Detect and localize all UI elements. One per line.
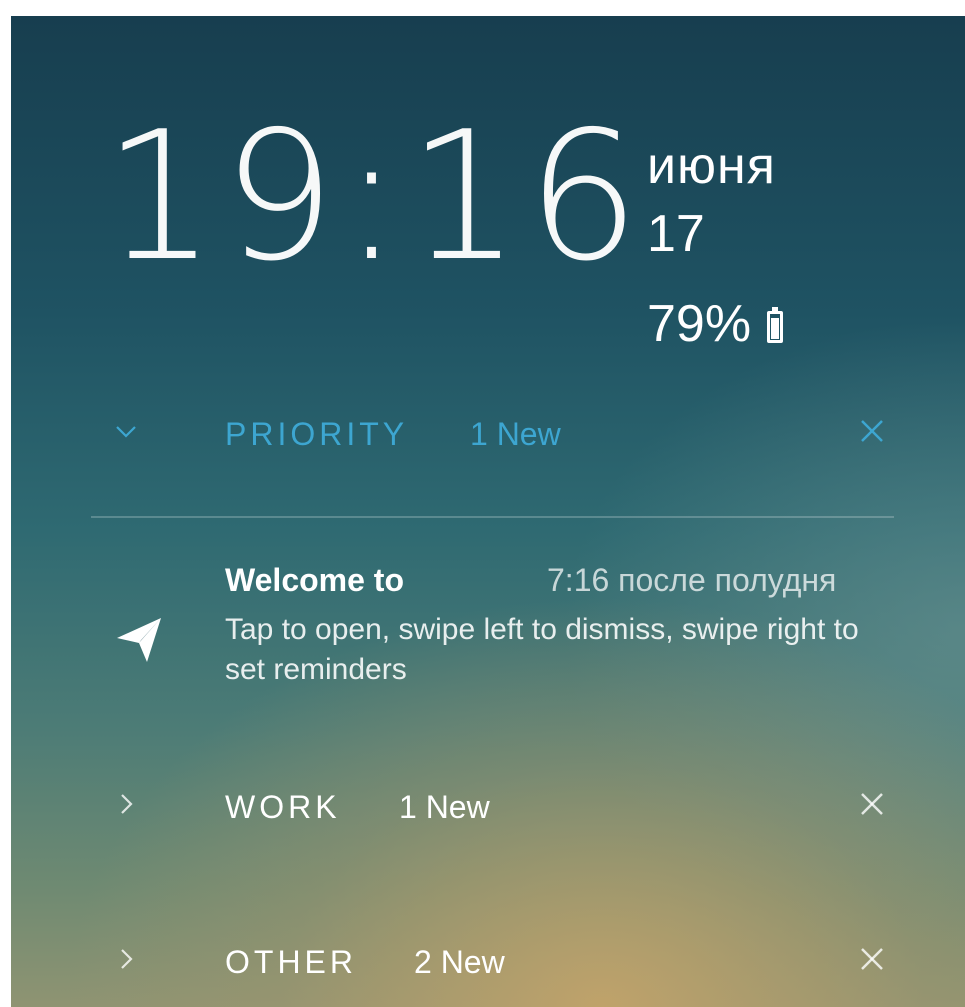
battery-icon bbox=[767, 307, 784, 343]
close-icon[interactable] bbox=[857, 789, 887, 824]
section-divider bbox=[91, 516, 894, 518]
chevron-right-icon[interactable] bbox=[113, 791, 139, 822]
notification-time: 7:16 после полудня bbox=[547, 562, 837, 598]
section-count-priority: 1 New bbox=[470, 416, 561, 452]
battery-status: 79% bbox=[647, 294, 784, 354]
section-other[interactable]: OTHER 2 New bbox=[11, 934, 965, 994]
chevron-down-icon[interactable] bbox=[113, 418, 139, 449]
lockscreen: 19:16 июня 17 79% PRIORITY 1 New Welcome… bbox=[11, 16, 965, 1007]
section-work[interactable]: WORK 1 New bbox=[11, 779, 965, 839]
section-title-priority: PRIORITY bbox=[225, 416, 409, 452]
date-month: июня bbox=[647, 137, 776, 195]
section-count-other: 2 New bbox=[414, 944, 505, 980]
section-title-work: WORK bbox=[225, 789, 341, 825]
battery-percent: 79% bbox=[647, 295, 752, 353]
notification-body: Tap to open, swipe left to dismiss, swip… bbox=[225, 613, 859, 686]
section-priority[interactable]: PRIORITY 1 New bbox=[11, 406, 965, 466]
close-icon[interactable] bbox=[857, 944, 887, 979]
section-title-other: OTHER bbox=[225, 944, 357, 980]
chevron-right-icon[interactable] bbox=[113, 946, 139, 977]
close-icon[interactable] bbox=[857, 416, 887, 451]
battery-fill bbox=[771, 318, 780, 339]
clock: 19:16 bbox=[103, 93, 646, 300]
paper-plane-icon bbox=[111, 610, 167, 666]
date-day: 17 bbox=[647, 205, 705, 263]
notification-title: Welcome to bbox=[225, 562, 404, 598]
notification-item[interactable]: Welcome to 7:16 после полудня Tap to ope… bbox=[11, 552, 965, 702]
section-count-work: 1 New bbox=[399, 789, 490, 825]
